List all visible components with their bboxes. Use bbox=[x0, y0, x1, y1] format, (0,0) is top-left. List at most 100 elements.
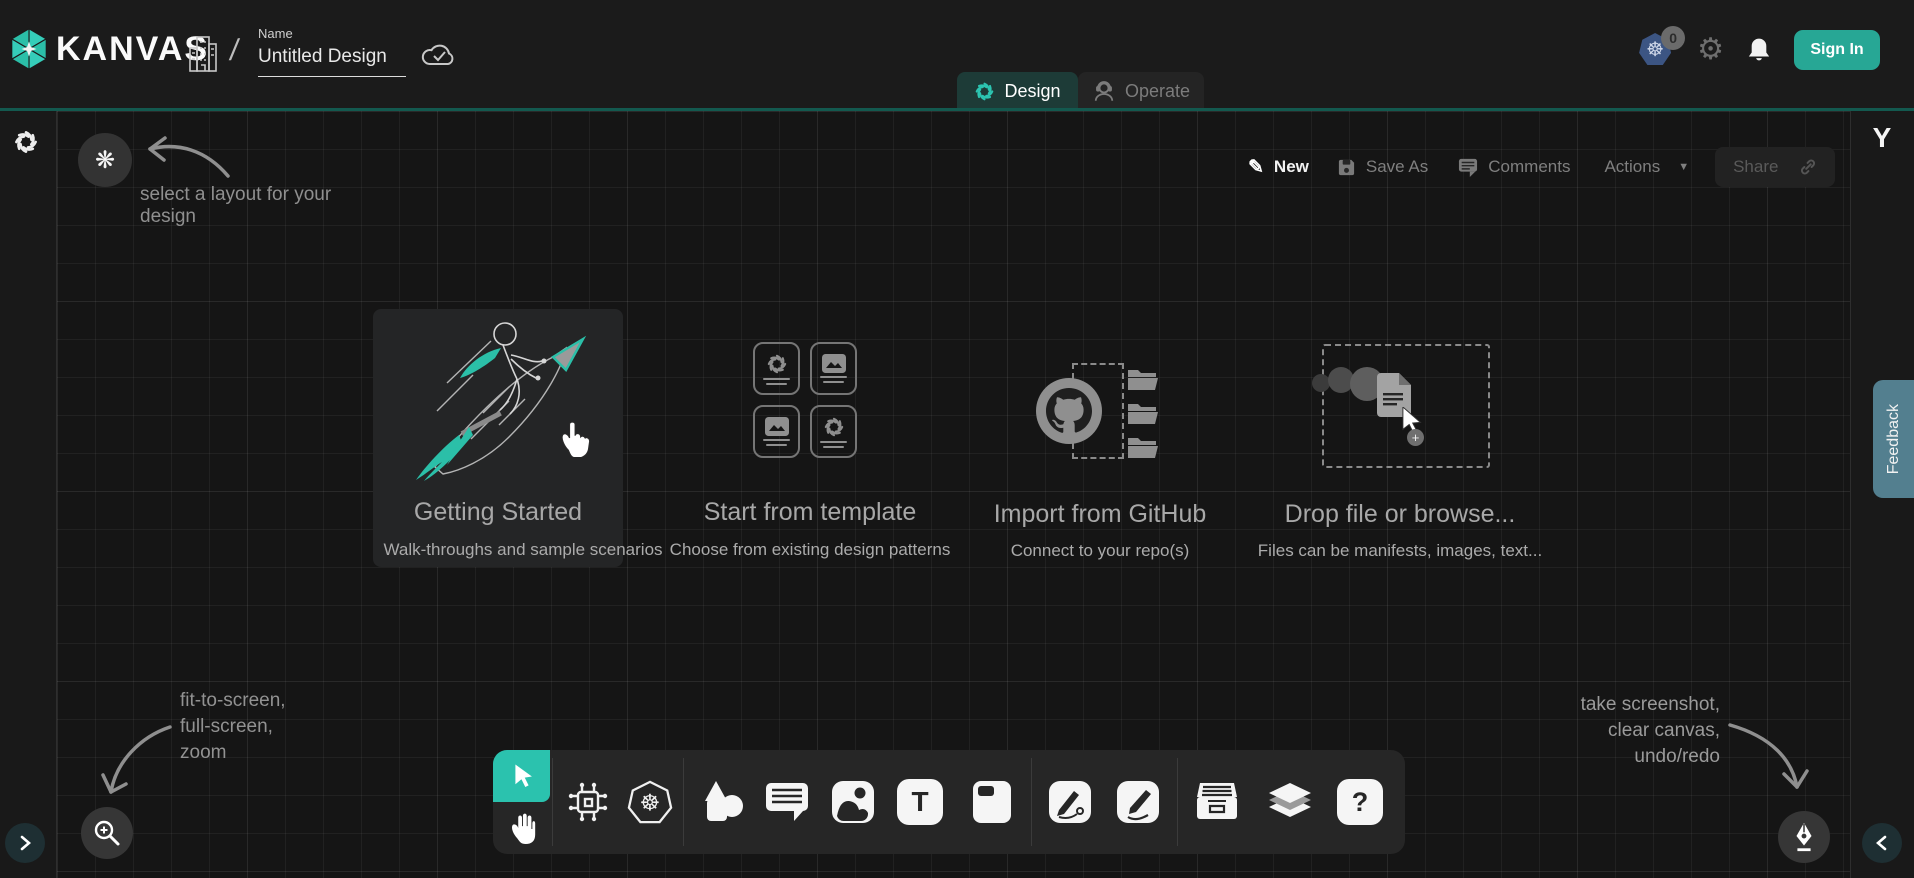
left-panel-strip bbox=[0, 111, 57, 878]
canvas-toolbar: ✎ New Save As Comments Actions ▼ Share bbox=[1248, 148, 1835, 186]
card-title: Import from GitHub bbox=[950, 500, 1250, 529]
save-icon bbox=[1337, 158, 1356, 177]
template-tile bbox=[810, 342, 857, 395]
mode-tabs: Design Operate bbox=[957, 72, 1204, 110]
template-tile bbox=[810, 405, 857, 458]
header-actions: ☸ 0 ⚙ Sign In bbox=[1639, 30, 1880, 70]
design-tab-icon bbox=[974, 81, 995, 102]
breadcrumb-separator: / bbox=[228, 34, 241, 68]
pan-tool-button[interactable] bbox=[502, 808, 542, 848]
zoom-in-magnifier-icon bbox=[92, 818, 122, 848]
design-name-input[interactable] bbox=[258, 44, 406, 77]
image-tool-icon[interactable] bbox=[830, 779, 876, 825]
hand-cursor-icon bbox=[557, 419, 591, 457]
tab-operate-label: Operate bbox=[1125, 81, 1190, 102]
layout-hint-text: select a layout for your design bbox=[140, 184, 390, 228]
repo-folders-icon bbox=[1126, 368, 1160, 464]
drawer-tool-icon[interactable] bbox=[1194, 779, 1240, 825]
cloud-sync-icon bbox=[421, 42, 457, 68]
text-tool-icon[interactable]: T bbox=[897, 779, 943, 825]
actions-label: Actions bbox=[1604, 157, 1660, 177]
share-button[interactable]: Share bbox=[1715, 147, 1835, 187]
comments-icon bbox=[1458, 158, 1478, 177]
kubernetes-tool-icon[interactable]: ☸ bbox=[627, 779, 673, 825]
card-drop-file[interactable]: + Drop file or browse... Files can be ma… bbox=[1250, 330, 1550, 570]
image-icon bbox=[822, 354, 846, 373]
kubernetes-count-badge: 0 bbox=[1661, 26, 1685, 50]
logo-text: KANVAS bbox=[56, 30, 209, 69]
expand-left-panel-button[interactable] bbox=[5, 823, 45, 863]
feedback-tab[interactable]: Feedback bbox=[1873, 380, 1914, 498]
tools-dock: ☸ T bbox=[493, 750, 1405, 854]
kanvas-app: KANVAS / Name Design bbox=[0, 0, 1914, 878]
zoom-controls-button[interactable] bbox=[81, 807, 133, 859]
tab-design-label: Design bbox=[1004, 81, 1060, 102]
design-name-field: Name bbox=[258, 26, 406, 77]
shapes-tool-icon[interactable] bbox=[699, 779, 745, 825]
chevron-down-icon: ▼ bbox=[1678, 161, 1689, 173]
select-cursor-icon bbox=[511, 763, 533, 789]
help-tool-icon[interactable]: ? bbox=[1337, 779, 1383, 825]
share-link-icon bbox=[1799, 158, 1817, 176]
layout-flower-icon: ❋ bbox=[95, 146, 115, 175]
card-title: Drop file or browse... bbox=[1250, 500, 1550, 529]
expand-right-panel-button[interactable] bbox=[1862, 823, 1902, 863]
meshery-spinner-icon bbox=[13, 129, 39, 155]
sign-in-button[interactable]: Sign In bbox=[1794, 30, 1880, 70]
card-import-from-github[interactable]: Import from GitHub Connect to your repo(… bbox=[950, 330, 1250, 570]
layers-tool-icon[interactable] bbox=[1267, 779, 1313, 825]
tab-operate[interactable]: Operate bbox=[1078, 72, 1204, 110]
component-tool-icon[interactable] bbox=[565, 779, 611, 825]
design-name-label: Name bbox=[258, 26, 406, 41]
new-design-button[interactable]: ✎ New bbox=[1248, 156, 1309, 179]
card-title: Getting Started bbox=[373, 498, 623, 527]
pen-tool-icon[interactable] bbox=[1047, 779, 1093, 825]
template-tile bbox=[753, 342, 800, 395]
note-tool-icon[interactable] bbox=[969, 779, 1015, 825]
comment-tool-icon[interactable] bbox=[764, 779, 810, 825]
tab-design[interactable]: Design bbox=[957, 72, 1078, 110]
new-pencil-icon: ✎ bbox=[1248, 156, 1264, 179]
view-controls-hint: fit-to-screen, full-screen, zoom bbox=[180, 688, 286, 766]
hand-pan-icon bbox=[508, 812, 536, 844]
chevron-left-icon bbox=[1874, 833, 1890, 853]
pencil-tool-icon[interactable] bbox=[1115, 779, 1161, 825]
svg-text:☸: ☸ bbox=[640, 790, 661, 816]
image-icon bbox=[765, 417, 789, 436]
template-tile bbox=[753, 405, 800, 458]
card-title: Start from template bbox=[660, 498, 960, 527]
canvas-actions-button[interactable] bbox=[1778, 811, 1830, 863]
feedback-label: Feedback bbox=[1885, 404, 1903, 474]
plus-badge-icon: + bbox=[1407, 429, 1424, 446]
share-label: Share bbox=[1733, 157, 1778, 177]
notifications-bell-icon[interactable] bbox=[1746, 35, 1772, 65]
actions-dropdown[interactable]: Actions ▼ bbox=[1604, 157, 1689, 177]
pen-nib-icon bbox=[1789, 821, 1819, 853]
settings-gear-icon[interactable]: ⚙ bbox=[1697, 35, 1724, 65]
design-spiral-icon bbox=[823, 416, 845, 438]
select-tool-button[interactable] bbox=[493, 750, 550, 802]
operate-tab-icon bbox=[1092, 79, 1116, 103]
canvas-actions-hint: take screenshot, clear canvas, undo/redo bbox=[1540, 692, 1720, 770]
card-start-from-template[interactable]: Start from template Choose from existing… bbox=[660, 330, 960, 570]
design-spiral-icon bbox=[766, 353, 788, 375]
comments-button[interactable]: Comments bbox=[1458, 157, 1570, 177]
save-as-button[interactable]: Save As bbox=[1337, 157, 1428, 177]
chevron-right-icon bbox=[17, 833, 33, 853]
card-subtitle: Connect to your repo(s) bbox=[925, 541, 1275, 561]
comments-label: Comments bbox=[1488, 157, 1570, 177]
kanvas-logo[interactable]: KANVAS bbox=[10, 28, 209, 70]
app-header: KANVAS / Name Design bbox=[0, 0, 1914, 108]
organization-icon[interactable] bbox=[188, 34, 218, 74]
layout-select-button[interactable]: ❋ bbox=[78, 133, 132, 187]
kanvas-logo-icon bbox=[10, 28, 48, 70]
card-getting-started[interactable]: Getting Started Walk-throughs and sample… bbox=[373, 309, 623, 567]
y-panel-icon[interactable]: Y bbox=[1862, 122, 1902, 154]
github-octocat-icon bbox=[1034, 376, 1104, 446]
kubernetes-context[interactable]: ☸ 0 bbox=[1639, 33, 1675, 67]
template-tiles bbox=[753, 342, 857, 458]
card-subtitle: Files can be manifests, images, text... bbox=[1225, 541, 1575, 561]
new-label: New bbox=[1274, 157, 1309, 177]
rocket-illustration bbox=[413, 317, 593, 485]
save-as-label: Save As bbox=[1366, 157, 1428, 177]
